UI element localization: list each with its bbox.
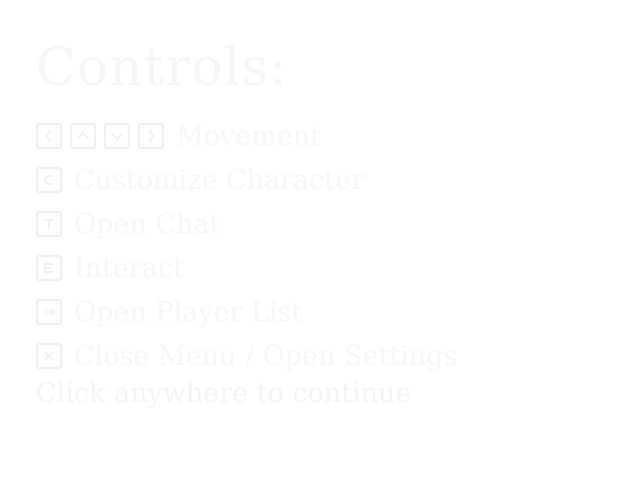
control-label-chat: Open Chat	[74, 208, 221, 240]
control-label-player-list: Open Player List	[74, 296, 303, 328]
arrow-left-key-icon	[36, 123, 62, 149]
control-row-chat: Open Chat	[36, 202, 457, 246]
control-row-close-menu: Close Menu / Open Settings	[36, 334, 457, 378]
e-key-icon	[36, 255, 62, 281]
controls-title: Controls:	[36, 38, 288, 98]
controls-list: Movement Customize Character Open Chat I…	[36, 114, 457, 378]
control-label-close-menu: Close Menu / Open Settings	[74, 340, 458, 372]
controls-screen[interactable]: Controls: Movement Customize Character O…	[0, 0, 640, 480]
control-row-customize: Customize Character	[36, 158, 457, 202]
control-row-player-list: Open Player List	[36, 290, 457, 334]
t-key-icon	[36, 211, 62, 237]
control-row-movement: Movement	[36, 114, 457, 158]
arrow-right-key-icon	[138, 123, 164, 149]
arrow-down-key-icon	[104, 123, 130, 149]
control-label-movement: Movement	[176, 120, 321, 152]
control-label-customize: Customize Character	[74, 164, 365, 196]
tab-key-icon	[36, 299, 62, 325]
control-label-interact: Interact	[74, 252, 184, 284]
arrow-up-key-icon	[70, 123, 96, 149]
continue-prompt[interactable]: Click anywhere to continue	[36, 378, 411, 409]
escape-key-icon	[36, 343, 62, 369]
c-key-icon	[36, 167, 62, 193]
control-row-interact: Interact	[36, 246, 457, 290]
